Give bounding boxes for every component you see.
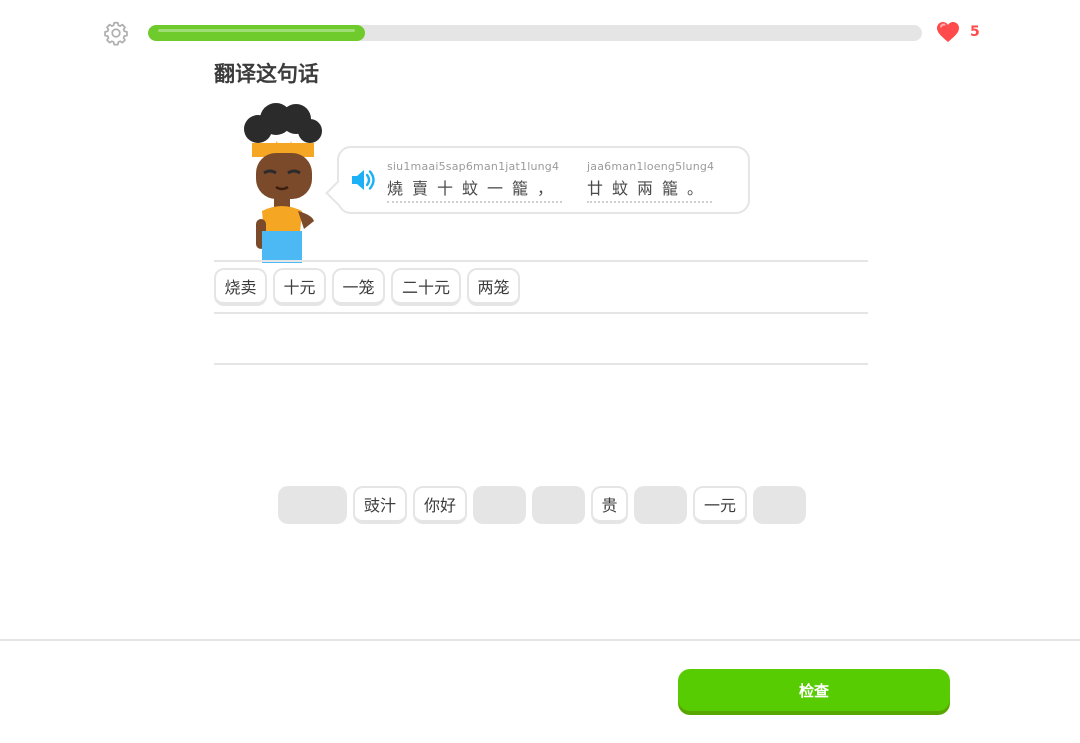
empty-slot [473, 486, 526, 524]
empty-slot [753, 486, 806, 524]
word-tile[interactable]: 你好 [413, 486, 467, 524]
empty-slot [634, 486, 687, 524]
heart-icon [937, 22, 959, 42]
answer-tile[interactable]: 一笼 [332, 268, 385, 306]
answer-tile[interactable]: 两笼 [467, 268, 520, 306]
word-tile[interactable]: 一元 [693, 486, 747, 524]
answer-tile[interactable]: 十元 [273, 268, 326, 306]
progress-fill [148, 25, 365, 41]
sentence-text: 燒賣十蚊一籠， [387, 175, 563, 203]
empty-slot [532, 486, 585, 524]
word-tile[interactable]: 贵 [591, 486, 628, 524]
word-bank: 豉汁 你好 贵 一元 [278, 486, 806, 524]
phrase-hint-2[interactable]: jaa6man1loeng5lung4 廿蚊兩籠。 [587, 160, 714, 203]
word-tile[interactable]: 豉汁 [353, 486, 407, 524]
gear-icon[interactable] [103, 20, 129, 46]
sentence-text: 廿蚊兩籠。 [587, 175, 713, 203]
check-button[interactable]: 检查 [678, 669, 950, 711]
footer-divider [0, 639, 1080, 641]
romanization: siu1maai5sap6man1jat1lung4 [387, 160, 560, 173]
speech-bubble: siu1maai5sap6man1jat1lung4 燒賣十蚊一籠， jaa6m… [337, 146, 750, 214]
progress-bar [148, 25, 922, 41]
hearts-counter[interactable]: 5 [936, 21, 980, 43]
answer-line [214, 312, 868, 314]
answer-line [214, 363, 868, 365]
character-illustration [244, 103, 322, 263]
hearts-count: 5 [970, 24, 980, 40]
speaker-icon[interactable] [349, 168, 377, 192]
page-title: 翻译这句话 [214, 62, 319, 86]
romanization: jaa6man1loeng5lung4 [587, 160, 715, 173]
answer-tile[interactable]: 二十元 [391, 268, 461, 306]
phrase-hint-1[interactable]: siu1maai5sap6man1jat1lung4 燒賣十蚊一籠， [387, 160, 563, 203]
answer-line [214, 260, 868, 262]
answer-tile[interactable]: 烧卖 [214, 268, 267, 306]
empty-slot [278, 486, 347, 524]
answer-area: 烧卖 十元 一笼 二十元 两笼 [214, 268, 520, 306]
